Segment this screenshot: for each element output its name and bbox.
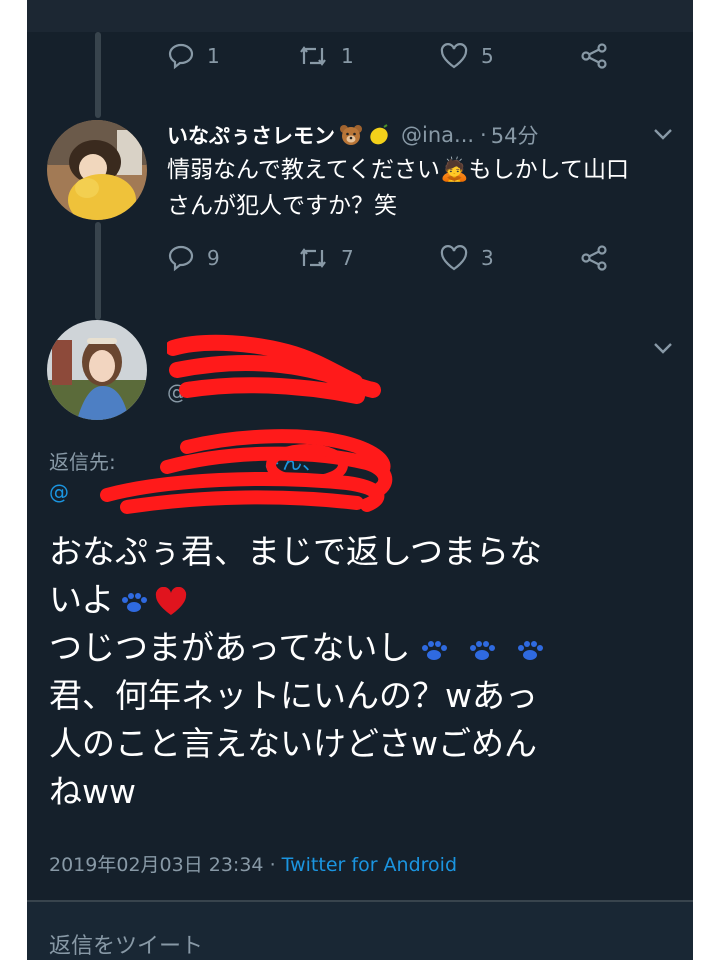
reply-time[interactable]: 54分	[491, 120, 539, 150]
reply-count: 9	[207, 246, 220, 270]
reply-author-handle[interactable]: @ina...	[401, 123, 474, 147]
tweet-timestamp: 2019年02月03日 23:34	[49, 854, 264, 876]
lemon-emoji-icon	[370, 124, 388, 145]
main-text-line-5: 人のこと言えないけどさwごめん	[49, 724, 537, 763]
reply-author-header: いなぷぅさレモン @ina... · 54分	[167, 118, 667, 152]
meta-separator: ·	[269, 854, 276, 876]
reply-author-name[interactable]: いなぷぅさレモン	[167, 120, 335, 150]
reply-icon	[168, 245, 194, 272]
share-icon	[581, 43, 607, 69]
like-count: 5	[481, 44, 494, 68]
main-text-line-6: ねww	[49, 772, 136, 811]
main-text-line-3: つじつまがあってないし	[49, 628, 411, 667]
chevron-down-icon[interactable]	[651, 340, 675, 356]
chevron-down-icon[interactable]	[651, 126, 675, 142]
retweet-count: 7	[341, 246, 354, 270]
retweet-icon	[300, 46, 326, 66]
retweet-button[interactable]: 1	[297, 42, 354, 70]
previous-tweet-strip	[27, 0, 693, 32]
reply-author-avatar[interactable]	[47, 120, 147, 220]
like-button[interactable]: 3	[439, 244, 494, 272]
tweet-source[interactable]: Twitter for Android	[282, 854, 457, 876]
main-tweet-text: おなぷぅ君、まじで返しつまらな いよ つじつまがあってないし 君、何年ネットにい…	[49, 528, 679, 816]
blue-paws-emoji-icon	[470, 640, 496, 660]
like-button[interactable]: 5	[439, 42, 494, 70]
main-text-line-2: いよ	[49, 580, 115, 619]
tweet-thread-screen: 1 1 5 いなぷぅさレモン @ina... · 54分 情弱なんで教えてくださ…	[27, 0, 693, 960]
share-button[interactable]	[579, 244, 609, 272]
retweet-count: 1	[341, 44, 354, 68]
like-count: 3	[481, 246, 494, 270]
like-icon	[440, 43, 468, 69]
reply-count: 1	[207, 44, 220, 68]
header-separator: ·	[480, 123, 487, 147]
blue-paws-emoji-icon	[518, 640, 544, 660]
reply-composer-placeholder[interactable]: 返信をツイート	[49, 928, 203, 960]
red-heart-emoji-icon	[156, 586, 187, 615]
retweet-button[interactable]: 7	[297, 244, 354, 272]
bear-emoji-icon	[340, 125, 362, 145]
blue-paws-emoji-icon	[122, 592, 148, 612]
thread-line-top	[95, 32, 101, 118]
share-button[interactable]	[579, 42, 609, 70]
prev-tweet-actions: 1 1 5	[167, 42, 667, 82]
main-author-avatar[interactable]	[47, 320, 147, 420]
reply-tweet-actions: 9 7 3	[167, 244, 667, 284]
redaction-scribble-mentions	[100, 429, 393, 514]
thread-line-middle	[95, 222, 101, 320]
blue-paws-emoji-icon	[422, 640, 448, 660]
main-text-line-4: 君、何年ネットにいんの？wあっ	[49, 676, 538, 715]
reply-tweet-text: 情弱なんで教えてください🙇もしかして山口さんが犯人ですか？笑	[167, 157, 629, 219]
tweet-meta: 2019年02月03日 23:34 · Twitter for Android	[49, 850, 669, 877]
reply-button[interactable]: 9	[167, 244, 220, 272]
like-icon	[440, 245, 468, 271]
retweet-icon	[300, 248, 326, 268]
reply-button[interactable]: 1	[167, 42, 220, 70]
redaction-scribble-name	[167, 334, 381, 404]
main-text-line-1: おなぷぅ君、まじで返しつまらな	[49, 532, 543, 571]
reply-composer[interactable]: 返信をツイート	[27, 902, 693, 960]
reply-icon	[168, 43, 194, 70]
replying-mention-2[interactable]: @	[49, 480, 69, 504]
share-icon	[581, 245, 607, 271]
